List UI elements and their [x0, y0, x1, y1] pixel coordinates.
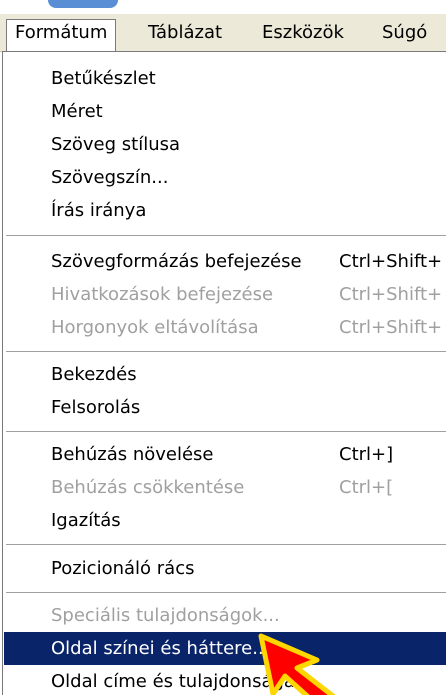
- menu-item-label: Írás iránya: [51, 200, 147, 221]
- menu-sugo-label: Súgó: [382, 22, 428, 43]
- menu-item-label: Igazítás: [51, 510, 121, 531]
- menu-item-label: Hivatkozások befejezése: [51, 284, 274, 305]
- mouse-pointer-arrow-icon: [258, 633, 336, 695]
- menu-eszkozok-label: Eszközök: [262, 22, 344, 43]
- menu-item-shortcut: Ctrl+]: [339, 444, 394, 465]
- menu-bar: Formátum Táblázat Eszközök Súgó: [0, 14, 446, 52]
- menu-separator: [6, 592, 446, 594]
- menu-item-label: Behúzás növelése: [51, 444, 214, 465]
- menu-item-label: Horgonyok eltávolítása: [51, 317, 259, 338]
- menu-separator: [6, 235, 446, 237]
- menu-item-horgonyok-eltavolitasa: Horgonyok eltávolítása Ctrl+Shift+: [4, 311, 446, 344]
- formatum-dropdown-menu: Betűkészlet Méret Szöveg stílusa Szövegs…: [2, 51, 446, 695]
- menu-sugo[interactable]: Súgó: [382, 20, 427, 48]
- menu-item-hivatkozasok-befejezese: Hivatkozások befejezése Ctrl+Shift+: [4, 278, 446, 311]
- menu-item-pozicionalo-racs[interactable]: Pozicionáló rács: [4, 552, 446, 585]
- menu-separator: [6, 544, 446, 546]
- menu-item-szovegformazas-befejezese[interactable]: Szövegformázás befejezése Ctrl+Shift+: [4, 245, 446, 278]
- menu-item-meret[interactable]: Méret: [4, 95, 446, 128]
- menu-item-shortcut: Ctrl+[: [339, 477, 394, 498]
- menu-item-label: Behúzás csökkentése: [51, 477, 245, 498]
- menu-item-label: Bekezdés: [51, 364, 137, 385]
- menu-item-oldal-cime-es-tulajdonsagai[interactable]: Oldal címe és tulajdonságai...: [4, 665, 446, 695]
- menu-item-specialis-tulajdonsagok: Speciális tulajdonságok...: [4, 599, 446, 632]
- menu-separator: [6, 431, 446, 433]
- menu-item-label: Felsorolás: [51, 397, 141, 418]
- menu-formatum[interactable]: Formátum: [6, 19, 117, 52]
- menu-item-label: Szövegszín...: [51, 167, 169, 188]
- menu-item-label: Méret: [51, 101, 103, 122]
- menu-separator: [6, 351, 446, 353]
- menu-eszkozok[interactable]: Eszközök: [262, 20, 344, 48]
- menu-item-label: Betűkészlet: [51, 68, 156, 89]
- menu-item-shortcut: Ctrl+Shift+: [339, 284, 443, 305]
- screen: Formátum Táblázat Eszközök Súgó Betűkész…: [0, 0, 446, 695]
- menu-item-label: Szöveg stílusa: [51, 134, 181, 155]
- menu-item-szovegszin[interactable]: Szövegszín...: [4, 161, 446, 194]
- menu-item-label: Szövegformázás befejezése: [51, 251, 302, 272]
- menu-item-iras-iranya[interactable]: Írás iránya: [4, 194, 446, 227]
- menu-item-felsorolas[interactable]: Felsorolás: [4, 391, 446, 424]
- menu-item-shortcut: Ctrl+Shift+: [339, 317, 443, 338]
- menu-item-label: Speciális tulajdonságok...: [51, 605, 280, 626]
- menu-item-shortcut: Ctrl+Shift+: [339, 251, 443, 272]
- title-bar-blue-fragment: [48, 0, 118, 8]
- menu-item-label: Pozicionáló rács: [51, 558, 195, 579]
- menu-item-szoveg-stilusa[interactable]: Szöveg stílusa: [4, 128, 446, 161]
- menu-tablazat[interactable]: Táblázat: [148, 20, 222, 48]
- menu-formatum-label: Formátum: [15, 22, 108, 43]
- menu-item-behuzas-csokkentese: Behúzás csökkentése Ctrl+[: [4, 471, 446, 504]
- menu-item-bekezdes[interactable]: Bekezdés: [4, 358, 446, 391]
- menu-item-oldal-szinei-es-hattere[interactable]: Oldal színei és háttere...: [4, 632, 446, 665]
- title-bar-fragment: [0, 0, 446, 14]
- menu-item-behuzas-novelese[interactable]: Behúzás növelése Ctrl+]: [4, 438, 446, 471]
- menu-tablazat-label: Táblázat: [148, 22, 223, 43]
- menu-item-label: Oldal színei és háttere...: [51, 638, 270, 659]
- menu-item-igazitas[interactable]: Igazítás: [4, 504, 446, 537]
- menu-item-betukeszlet[interactable]: Betűkészlet: [4, 62, 446, 95]
